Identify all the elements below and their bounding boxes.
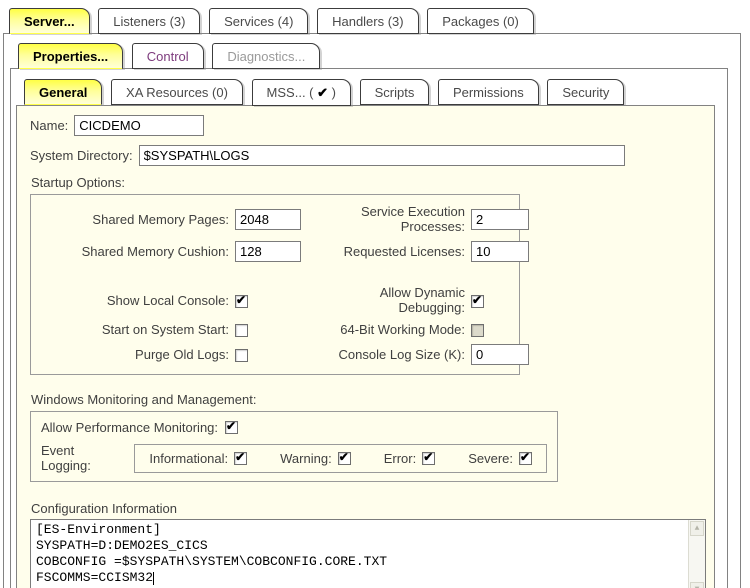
system-directory-input[interactable] [139,145,625,166]
configuration-information-label: Configuration Information [31,501,701,516]
event-logging-group: Informational: Warning: Error: Seve [134,444,547,473]
config-line: SYSPATH=D:DEMO2ES_CICS [36,538,683,554]
purge-old-logs-label: Purge Old Logs: [31,347,229,362]
name-input[interactable] [74,115,204,136]
name-row: Name: [30,115,701,136]
event-error-label: Error: [384,451,417,466]
service-execution-processes-label: Service Execution Processes: [333,204,465,234]
event-severe-label: Severe: [468,451,513,466]
config-line: [ES-Environment] [36,522,683,538]
tab-server[interactable]: Server... [9,8,90,34]
tab-mss[interactable]: MSS... ( ✔ ) [252,79,351,106]
properties-panel: General XA Resources (0) MSS... ( ✔ ) Sc… [10,68,728,588]
system-directory-row: System Directory: [30,145,701,166]
shared-memory-pages-label: Shared Memory Pages: [31,212,229,227]
show-local-console-checkbox[interactable] [235,295,248,308]
name-label: Name: [30,118,68,133]
tab-mss-label-close: ) [332,85,336,100]
64bit-working-mode-label: 64-Bit Working Mode: [333,322,465,337]
server-tabstrip: Server... Listeners (3) Services (4) Han… [0,0,750,34]
64bit-working-mode-checkbox [471,324,484,337]
service-execution-processes-input[interactable] [471,209,529,230]
tab-security[interactable]: Security [547,79,624,105]
event-informational-checkbox[interactable] [234,452,247,465]
tab-xa-resources[interactable]: XA Resources (0) [111,79,243,105]
tab-properties[interactable]: Properties... [18,43,123,69]
event-logging-label: Event Logging: [41,443,125,473]
start-on-system-start-checkbox[interactable] [235,324,248,337]
requested-licenses-input[interactable] [471,241,529,262]
tab-permissions[interactable]: Permissions [438,79,539,105]
event-warning-label: Warning: [280,451,332,466]
event-informational-label: Informational: [149,451,228,466]
system-directory-label: System Directory: [30,148,133,163]
startup-options-label: Startup Options: [31,175,701,190]
properties-tabstrip: Properties... Control Diagnostics... [10,34,728,69]
shared-memory-cushion-input[interactable] [235,241,301,262]
general-tabstrip: General XA Resources (0) MSS... ( ✔ ) Sc… [16,69,715,106]
tab-control[interactable]: Control [132,43,204,69]
tab-packages[interactable]: Packages (0) [427,8,534,34]
allow-dynamic-debugging-label: Allow Dynamic Debugging: [333,285,465,315]
mss-checkmark-icon: ✔ [314,85,332,100]
tab-services[interactable]: Services (4) [209,8,308,34]
requested-licenses-label: Requested Licenses: [333,244,465,259]
console-log-size-input[interactable] [471,344,529,365]
console-log-size-label: Console Log Size (K): [333,347,465,362]
textarea-scrollbar[interactable]: ▲ ▼ [688,520,705,588]
config-line: FSCOMMS=CCISM32 [36,570,153,585]
server-panel: Properties... Control Diagnostics... Gen… [3,33,741,588]
allow-dynamic-debugging-checkbox[interactable] [471,295,484,308]
shared-memory-pages-input[interactable] [235,209,301,230]
config-line: COBCONFIG =$SYSPATH\SYSTEM\COBCONFIG.COR… [36,554,683,570]
tab-diagnostics[interactable]: Diagnostics... [212,43,320,69]
tab-scripts[interactable]: Scripts [360,79,430,105]
monitoring-section-label: Windows Monitoring and Management: [31,392,701,407]
tab-handlers[interactable]: Handlers (3) [317,8,419,34]
monitoring-group: Allow Performance Monitoring: Event Logg… [30,411,558,482]
allow-performance-monitoring-label: Allow Performance Monitoring: [41,420,218,435]
event-severe-checkbox[interactable] [519,452,532,465]
tab-listeners[interactable]: Listeners (3) [98,8,200,34]
purge-old-logs-checkbox[interactable] [235,349,248,362]
text-cursor [153,572,154,585]
shared-memory-cushion-label: Shared Memory Cushion: [31,244,229,259]
general-panel: Name: System Directory: Startup Options:… [16,105,715,588]
scroll-down-icon[interactable]: ▼ [690,582,704,588]
tab-mss-label: MSS... ( [267,85,314,100]
allow-performance-monitoring-checkbox[interactable] [225,421,238,434]
start-on-system-start-label: Start on System Start: [31,322,229,337]
configuration-information-textarea[interactable]: [ES-Environment] SYSPATH=D:DEMO2ES_CICS … [30,519,706,588]
tab-general[interactable]: General [24,79,102,105]
scroll-up-icon[interactable]: ▲ [690,521,704,536]
event-warning-checkbox[interactable] [338,452,351,465]
event-error-checkbox[interactable] [422,452,435,465]
startup-options-group: Shared Memory Pages: Service Execution P… [30,194,520,375]
show-local-console-label: Show Local Console: [31,293,229,308]
